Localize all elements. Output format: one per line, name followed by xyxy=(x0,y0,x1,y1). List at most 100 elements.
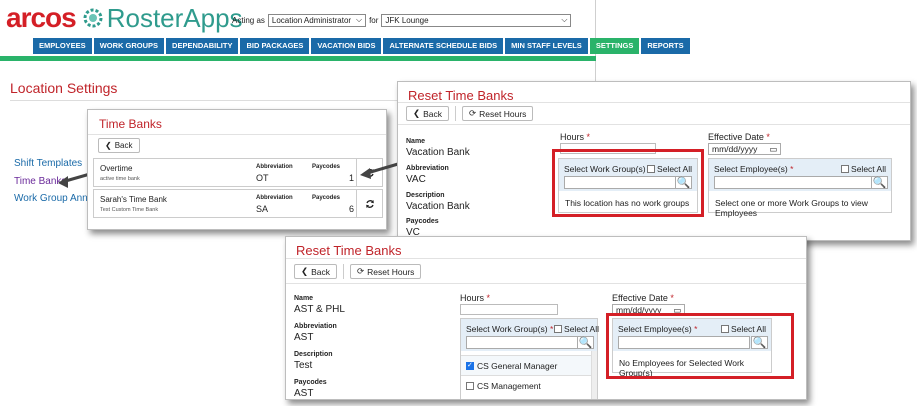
acting-as-bar: Acting as Location Administrator ⌵ for JF… xyxy=(232,14,572,27)
nav-employees[interactable]: EMPLOYEES xyxy=(33,38,92,54)
divider xyxy=(88,134,386,135)
reset-panel-title: Reset Time Banks xyxy=(296,243,402,258)
chevron-down-icon: ⌵ xyxy=(355,15,363,24)
brand-arcos: arcos xyxy=(6,2,77,33)
time-bank-subtitle: Test Custom Time Bank xyxy=(100,207,159,213)
nav-reports[interactable]: REPORTS xyxy=(641,38,690,54)
time-bank-row[interactable]: Overtime active time bank Abbreviation O… xyxy=(93,158,383,187)
abbreviation-value: SA xyxy=(256,204,269,214)
hours-input[interactable] xyxy=(460,304,558,315)
work-group-search-input[interactable] xyxy=(466,336,578,349)
accent-bar xyxy=(0,56,596,61)
effective-date-input[interactable]: mm/dd/yyyy ▭ xyxy=(708,143,782,155)
link-shift-templates[interactable]: Shift Templates xyxy=(14,158,82,169)
paycodes-value: 6 xyxy=(348,204,354,214)
employees-label: Select Employee(s) * xyxy=(714,164,794,174)
nav-vacation-bids[interactable]: VACATION BIDS xyxy=(311,38,382,54)
description-field: Description Vacation Bank xyxy=(406,192,470,212)
back-button[interactable]: ❮ Back xyxy=(406,106,450,121)
brand-rosterapps: RosterApps xyxy=(106,2,243,33)
refresh-icon: ⟳ xyxy=(357,266,365,276)
divider xyxy=(398,124,910,125)
paycodes-value: 1 xyxy=(348,173,354,183)
time-bank-name: Overtime xyxy=(100,164,133,173)
employee-search-input[interactable] xyxy=(714,176,872,189)
employees-selector: Select Employee(s) * Select All 🔍 Select… xyxy=(708,158,892,218)
paycodes-header: Paycodes xyxy=(312,164,341,170)
highlight-box xyxy=(606,313,794,379)
description-field: Description Test xyxy=(294,351,333,371)
scrollbar[interactable] xyxy=(591,351,597,399)
work-groups-selector: Select Work Group(s) * Select All 🔍 CS G… xyxy=(460,318,599,399)
callout-arrow xyxy=(360,162,399,179)
employees-message: Select one or more Work Groups to view E… xyxy=(715,198,868,218)
nav-bid-packages[interactable]: BID PACKAGES xyxy=(240,38,310,54)
nav-settings[interactable]: SETTINGS xyxy=(589,38,640,54)
select-all-workgroups[interactable]: Select All xyxy=(554,324,599,334)
nav-alternate-schedule-bids[interactable]: ALTERNATE SCHEDULE BIDS xyxy=(383,38,504,54)
abbreviation-header: Abbreviation xyxy=(256,164,293,170)
chevron-left-icon: ❮ xyxy=(301,266,309,276)
reset-time-banks-panel: Reset Time Banks ❮ Back ⟳ Reset Hours Name… xyxy=(397,81,911,241)
name-field: Name AST & PHL xyxy=(294,295,345,315)
search-icon[interactable]: 🔍 xyxy=(577,336,594,349)
reset-hours-button[interactable]: ⟳ Reset Hours xyxy=(350,264,422,279)
refresh-icon: ⟳ xyxy=(469,108,477,118)
paycodes-field: Paycodes AST xyxy=(294,379,327,399)
select-all-employees[interactable]: Select All xyxy=(841,164,886,174)
time-banks-title: Time Banks xyxy=(99,117,162,131)
back-button[interactable]: ❮ Back xyxy=(294,264,338,279)
hours-label: Hours * xyxy=(460,293,491,303)
role-select[interactable]: Location Administrator ⌵ xyxy=(267,14,367,27)
divider xyxy=(286,283,806,284)
main-nav: EMPLOYEES WORK GROUPS DEPENDABILITY BID … xyxy=(33,38,690,54)
reset-time-banks-panel: Reset Time Banks ❮ Back ⟳ Reset Hours Name… xyxy=(285,236,807,400)
work-group-item[interactable]: CS Management xyxy=(461,375,597,395)
abbreviation-field: Abbreviation VAC xyxy=(406,165,449,185)
abbreviation-value: OT xyxy=(256,173,269,183)
chevron-left-icon: ❮ xyxy=(105,141,112,150)
reset-toolbar: ❮ Back ⟳ Reset Hours xyxy=(294,264,422,279)
highlight-box xyxy=(552,149,704,217)
reset-panel-title: Reset Time Banks xyxy=(408,88,514,103)
chevron-left-icon: ❮ xyxy=(413,108,421,118)
hours-label: Hours * xyxy=(560,132,591,142)
time-bank-subtitle: active time bank xyxy=(100,176,140,182)
for-label: for xyxy=(369,16,379,25)
divider xyxy=(455,106,457,121)
effective-date-label: Effective Date * xyxy=(708,132,770,142)
nav-min-staff-levels[interactable]: MIN STAFF LEVELS xyxy=(505,38,588,54)
divider xyxy=(398,102,910,103)
name-field: Name Vacation Bank xyxy=(406,138,470,158)
time-bank-row[interactable]: Sarah's Time Bank Test Custom Time Bank … xyxy=(93,189,383,218)
time-bank-name: Sarah's Time Bank xyxy=(100,195,167,204)
work-groups-label: Select Work Group(s) * xyxy=(466,324,554,334)
gear-logo-icon xyxy=(83,8,103,28)
paycodes-header: Paycodes xyxy=(312,195,341,201)
checkbox-checked xyxy=(466,361,474,370)
acting-as-label: Acting as xyxy=(232,16,265,25)
back-button[interactable]: ❮ Back xyxy=(98,138,140,153)
effective-date-label: Effective Date * xyxy=(612,293,674,303)
work-group-item[interactable]: CS General Manager xyxy=(461,355,597,375)
nav-dependability[interactable]: DEPENDABILITY xyxy=(166,38,239,54)
select-all-checkbox xyxy=(554,325,563,333)
page-title: Location Settings xyxy=(10,80,118,96)
divider xyxy=(286,258,806,259)
abbreviation-field: Abbreviation AST xyxy=(294,323,337,343)
location-select[interactable]: JFK Lounge ⌵ xyxy=(381,14,572,27)
divider xyxy=(343,264,345,279)
reset-toolbar: ❮ Back ⟳ Reset Hours xyxy=(406,106,534,121)
chevron-down-icon: ⌵ xyxy=(561,15,568,24)
time-banks-panel: Time Banks ❮ Back Overtime active time b… xyxy=(87,109,387,230)
nav-work-groups[interactable]: WORK GROUPS xyxy=(93,38,165,54)
brand-logo: arcos RosterApps xyxy=(6,2,243,33)
reset-icon[interactable] xyxy=(356,190,382,217)
abbreviation-header: Abbreviation xyxy=(256,195,293,201)
select-all-checkbox xyxy=(841,165,850,173)
calendar-icon: ▭ xyxy=(769,144,778,154)
reset-hours-button[interactable]: ⟳ Reset Hours xyxy=(462,106,534,121)
search-icon[interactable]: 🔍 xyxy=(871,176,888,189)
paycodes-field: Paycodes VC xyxy=(406,218,439,238)
checkbox xyxy=(466,381,474,390)
